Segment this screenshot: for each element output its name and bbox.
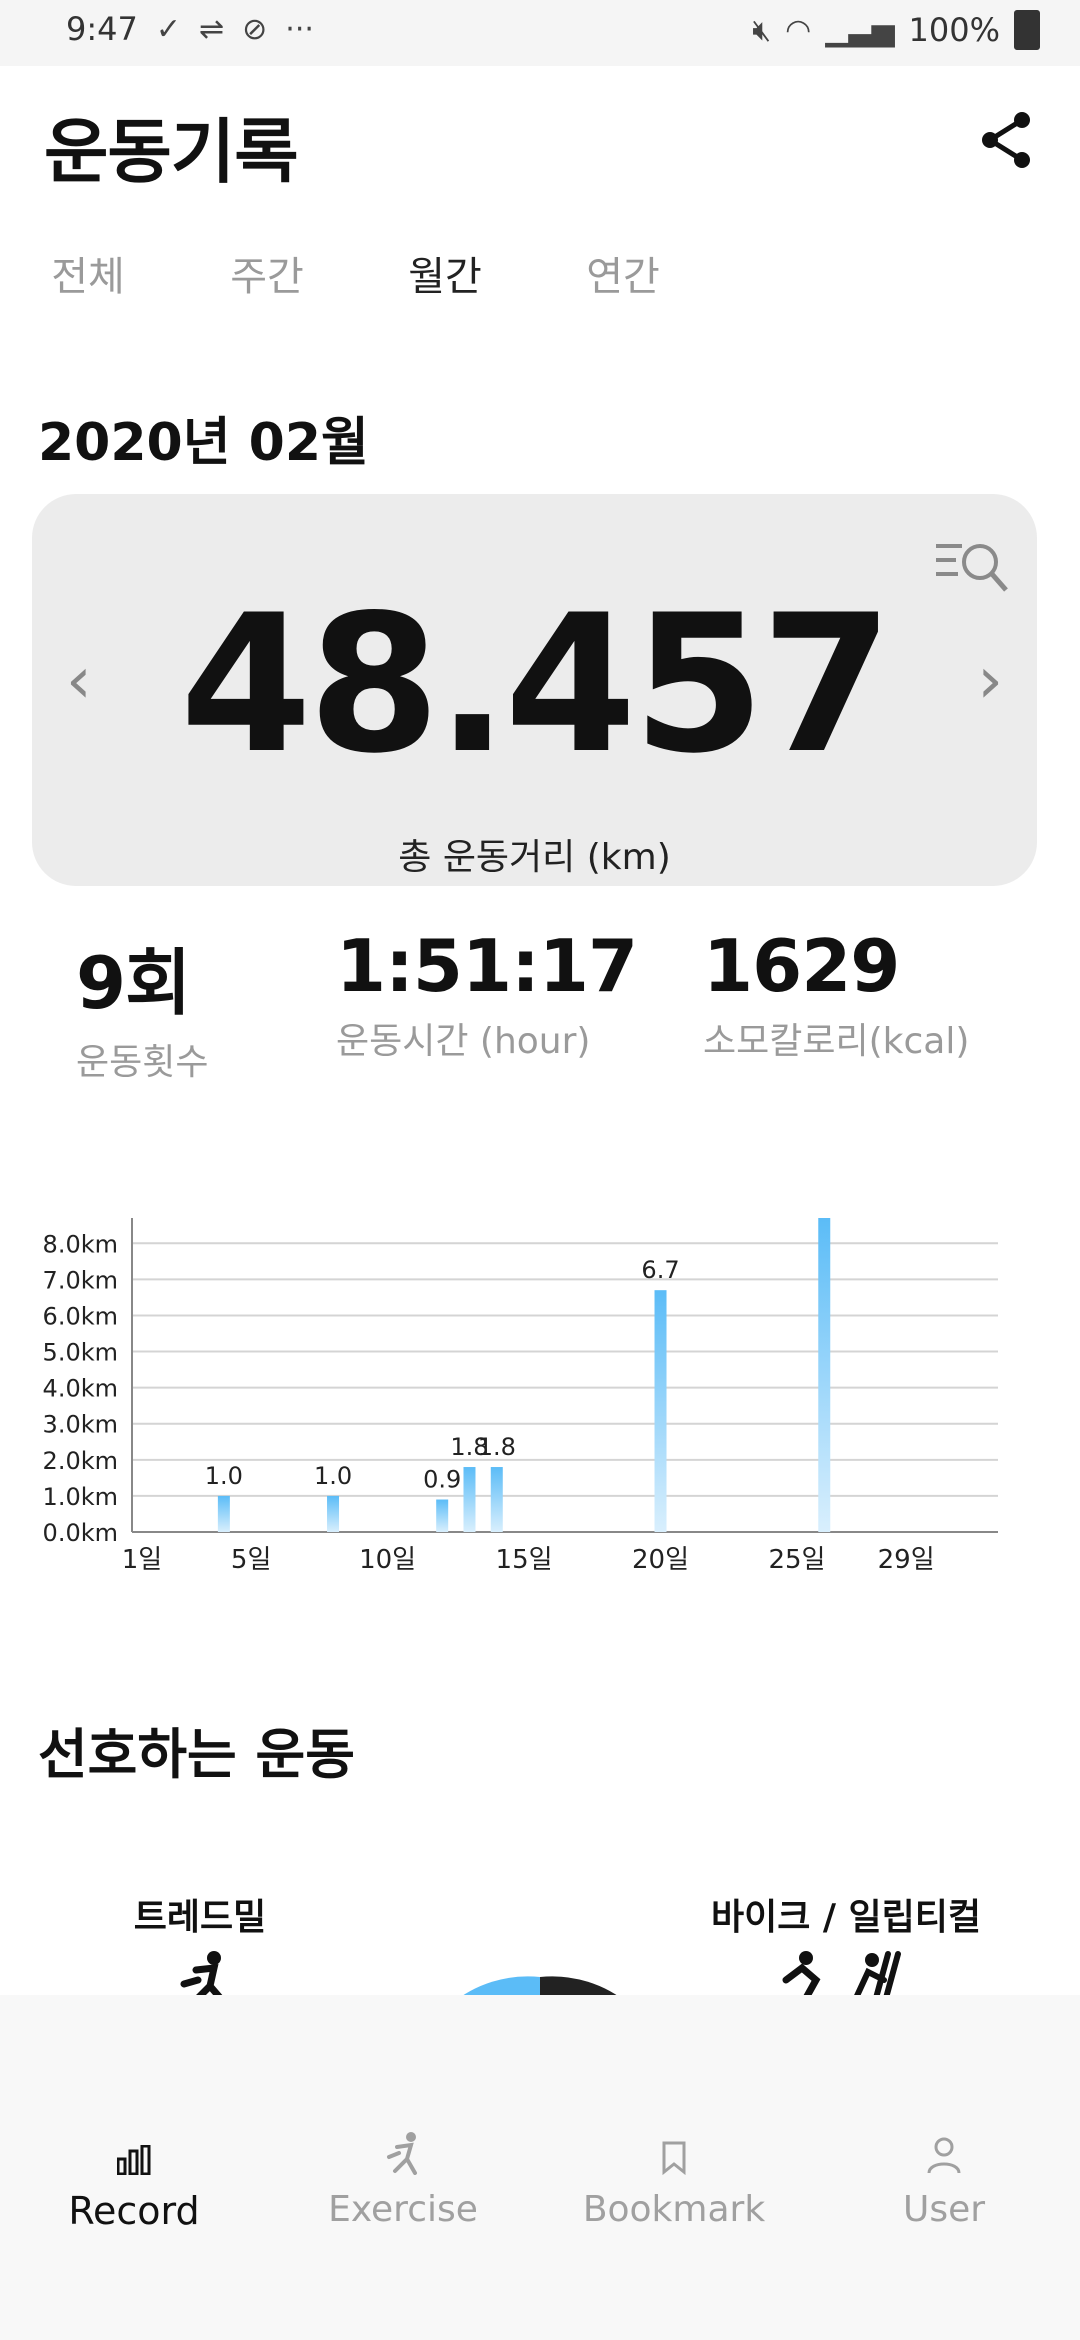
x-tick-label: 10일 — [359, 1545, 416, 1575]
more-icon: ··· — [285, 11, 314, 47]
bar-data-label: 1.0 — [314, 1462, 352, 1490]
check-icon: ✓ — [155, 11, 181, 47]
nav-record[interactable]: Record — [34, 2125, 234, 2233]
bar-data-label: 1.0 — [205, 1462, 243, 1490]
stat-count-label: 운동횟수 — [76, 1042, 209, 1083]
favorite-bike-label: 바이크 / 일립티컬 — [710, 1897, 982, 1938]
stat-calories: 1629 소모칼로리(kcal) — [703, 924, 969, 1064]
mute-icon: 🔇︎ — [752, 12, 772, 48]
stat-calories-label: 소모칼로리(kcal) — [703, 1021, 970, 1062]
y-tick-label: 8.0km — [43, 1230, 118, 1258]
tab-yearly[interactable]: 연간 — [586, 244, 660, 302]
total-distance-caption: 총 운동거리 (km) — [398, 837, 671, 878]
no-sim-icon: ⊘ — [242, 11, 268, 47]
favorites-title: 선호하는 운동 — [38, 1723, 355, 1786]
stat-time: 1:51:17 운동시간 (hour) — [336, 924, 638, 1064]
bottom-navigation: Record Exercise Bookmark User — [0, 1995, 1080, 2340]
chart-bar — [654, 1290, 667, 1532]
y-tick-label: 5.0km — [43, 1339, 118, 1367]
bookmark-icon — [662, 2141, 686, 2175]
status-bar: 9:47 ✓ ⇌ ⊘ ··· 🔇︎ ◠ ▁▃▅ 100% — [0, 0, 1080, 66]
tab-weekly[interactable]: 주간 — [230, 244, 304, 302]
nav-bookmark[interactable]: Bookmark — [574, 2125, 774, 2230]
y-tick-label: 7.0km — [43, 1266, 118, 1294]
nav-exercise[interactable]: Exercise — [303, 2125, 503, 2230]
nav-bookmark-label: Bookmark — [582, 2189, 766, 2230]
y-tick-label: 0.0km — [43, 1519, 118, 1547]
x-tick-label: 20일 — [632, 1545, 689, 1575]
favorite-treadmill-label: 트레드밀 — [133, 1897, 267, 1938]
period-tabs: 전체 주간 월간 연간 — [0, 244, 720, 314]
y-tick-label: 4.0km — [43, 1375, 118, 1403]
nav-user[interactable]: User — [844, 2125, 1044, 2230]
total-distance-value: 48.457 — [179, 574, 893, 795]
battery-icon — [1014, 10, 1040, 50]
nav-record-label: Record — [68, 2189, 200, 2233]
runner-icon — [387, 2132, 417, 2175]
share-icon[interactable] — [978, 108, 1034, 172]
tab-monthly[interactable]: 월간 — [408, 244, 482, 302]
battery-level: 100% — [908, 11, 1000, 49]
bike-elliptical-icon — [782, 1951, 901, 2000]
stat-time-value: 1:51:17 — [336, 924, 638, 1008]
y-tick-label: 2.0km — [43, 1447, 118, 1475]
chart-bar — [818, 1218, 831, 1532]
bar-data-label: 0.9 — [423, 1466, 461, 1494]
y-tick-label: 3.0km — [43, 1411, 118, 1439]
chart-bar — [490, 1467, 503, 1532]
stat-count: 9회 운동횟수 — [76, 924, 208, 1085]
stat-count-value: 9회 — [76, 941, 191, 1025]
usb-icon: ⇌ — [199, 11, 225, 47]
x-tick-label: 25일 — [768, 1545, 825, 1575]
bar-data-label: 6.7 — [641, 1256, 679, 1284]
tab-all[interactable]: 전체 — [51, 244, 125, 302]
y-tick-label: 6.0km — [43, 1302, 118, 1330]
signal-icon: ▁▃▅ — [825, 12, 895, 48]
status-time: 9:47 — [66, 10, 138, 48]
y-tick-label: 1.0km — [43, 1483, 118, 1511]
period-label: 2020년 02월 — [38, 413, 369, 473]
chart-bar — [217, 1495, 230, 1532]
wifi-icon: ◠ — [785, 12, 812, 48]
chart-bar — [327, 1495, 340, 1532]
bar-data-label: 1.8 — [478, 1433, 516, 1461]
chart-bar — [436, 1499, 449, 1532]
nav-user-label: User — [902, 2189, 986, 2230]
x-tick-label: 29일 — [878, 1545, 935, 1575]
page-title: 운동기록 — [44, 111, 299, 193]
running-icon — [180, 1951, 226, 2000]
stat-time-label: 운동시간 (hour) — [336, 1021, 591, 1062]
user-icon — [927, 2137, 961, 2174]
x-tick-label: 1일 — [122, 1545, 162, 1575]
stat-calories-value: 1629 — [703, 924, 900, 1008]
summary-card: ‹ › 48.457 총 운동거리 (km) — [32, 494, 1037, 886]
nav-exercise-label: Exercise — [328, 2189, 478, 2230]
bar-chart-icon — [117, 2145, 151, 2175]
chart-bar — [463, 1467, 476, 1532]
x-tick-label: 15일 — [496, 1545, 553, 1575]
monthly-distance-chart: 0.0km 1.0km 2.0km 3.0km 4.0km 5.0km 6.0km 7.0km… — [43, 1218, 998, 1575]
x-tick-label: 5일 — [231, 1545, 271, 1575]
